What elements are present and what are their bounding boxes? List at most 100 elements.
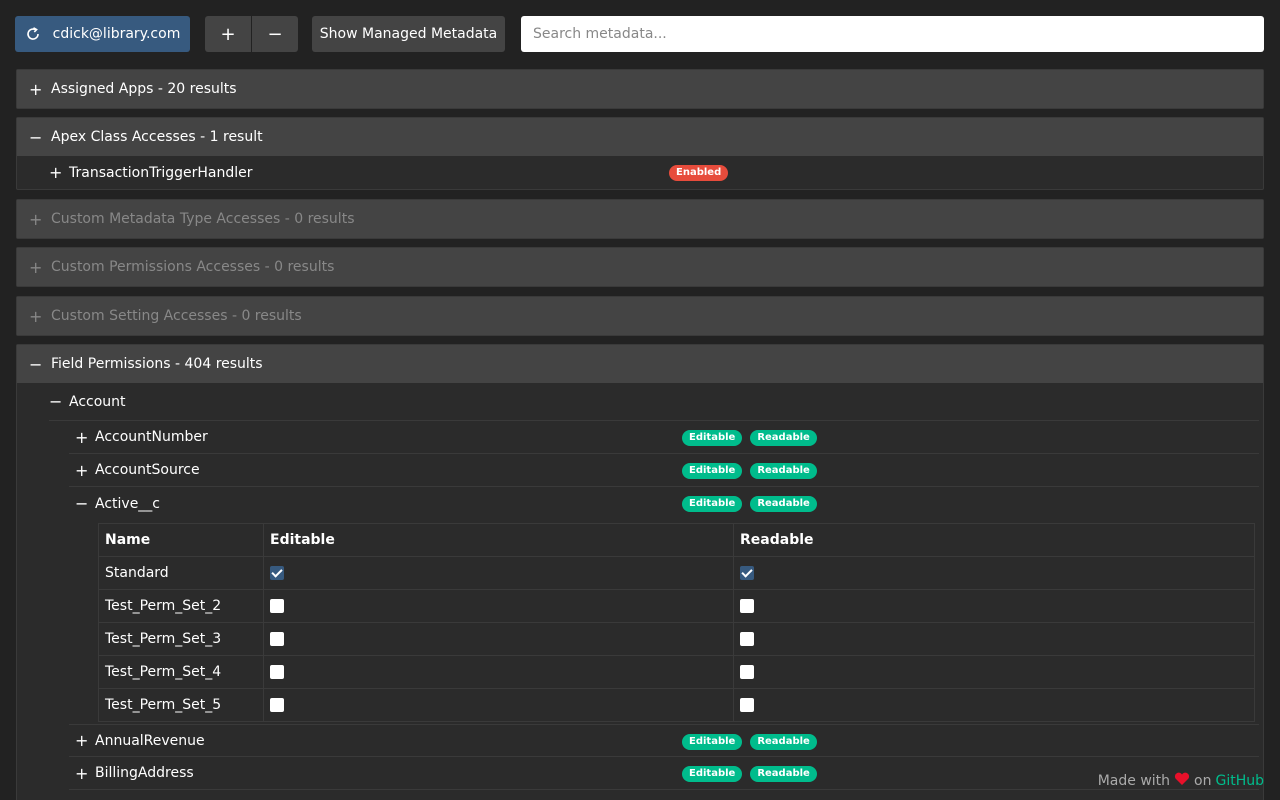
editable-cell — [263, 556, 734, 590]
plus-icon: + — [75, 460, 89, 480]
section-custom-metadata: + Custom Metadata Type Accesses - 0 resu… — [16, 199, 1264, 239]
section-header-custom-setting: + Custom Setting Accesses - 0 results — [17, 297, 1263, 335]
plus-icon: + — [29, 257, 43, 277]
section-header-custom-metadata: + Custom Metadata Type Accesses - 0 resu… — [17, 200, 1263, 238]
object-row-account[interactable]: − Account — [49, 383, 1259, 421]
section-title: Custom Setting Accesses - 0 results — [51, 308, 302, 324]
readable-badge: Readable — [750, 766, 817, 782]
editable-badge: Editable — [682, 496, 743, 512]
field-name: Active__c — [95, 495, 161, 512]
plus-icon: + — [75, 763, 89, 783]
section-assigned-apps: + Assigned Apps - 20 results — [16, 69, 1264, 109]
collapse-all-button[interactable]: − — [252, 16, 298, 52]
search-input[interactable] — [521, 16, 1264, 52]
table-row[interactable]: + AnnualRevenue Editable Readable — [69, 724, 1259, 757]
footer-on: on — [1194, 773, 1212, 789]
section-title: Field Permissions - 404 results — [51, 356, 263, 372]
heart-icon — [1174, 772, 1190, 790]
section-field-permissions: − Field Permissions - 404 results − Acco… — [16, 344, 1264, 800]
table-row-expanded[interactable]: − Active__c Editable Readable — [69, 487, 1259, 520]
permission-set-name: Test_Perm_Set_4 — [98, 655, 264, 689]
editable-badge: Editable — [682, 430, 743, 446]
section-custom-setting: + Custom Setting Accesses - 0 results — [16, 296, 1264, 336]
footer-made-with: Made with — [1097, 773, 1171, 789]
user-label: cdick@library.com — [52, 26, 181, 42]
field-name: AnnualRevenue — [95, 732, 205, 749]
readable-checkbox[interactable] — [740, 665, 754, 679]
section-custom-permissions: + Custom Permissions Accesses - 0 result… — [16, 247, 1264, 287]
plus-icon: + — [75, 427, 89, 447]
field-name: BillingAddress — [95, 765, 194, 781]
editable-badge: Editable — [682, 463, 743, 479]
section-header-assigned-apps[interactable]: + Assigned Apps - 20 results — [17, 70, 1263, 108]
editable-checkbox[interactable] — [270, 632, 284, 646]
plus-icon: + — [75, 731, 89, 750]
list-item[interactable]: + TransactionTriggerHandler Enabled — [17, 156, 1263, 189]
user-button[interactable]: cdick@library.com — [15, 16, 190, 52]
readable-cell — [733, 688, 1255, 722]
github-link[interactable]: GitHub — [1215, 773, 1264, 789]
readable-checkbox[interactable] — [740, 698, 754, 712]
minus-icon: − — [29, 127, 43, 147]
column-header-name: Name — [98, 523, 264, 557]
minus-icon: − — [75, 494, 89, 513]
readable-cell — [733, 589, 1255, 623]
object-name: Account — [69, 393, 126, 410]
readable-badge: Readable — [750, 496, 817, 512]
readable-cell — [733, 655, 1255, 689]
section-header-field-permissions[interactable]: − Field Permissions - 404 results — [17, 345, 1263, 383]
readable-checkbox[interactable] — [740, 599, 754, 613]
editable-badge: Editable — [682, 766, 743, 782]
status-badge: Enabled — [669, 165, 729, 181]
readable-checkbox[interactable] — [740, 566, 754, 580]
field-name: AccountSource — [95, 462, 200, 478]
footer: Made with on GitHub — [1098, 772, 1264, 790]
editable-checkbox[interactable] — [270, 698, 284, 712]
permissions-table: Name Editable Readable Standard Test_Perm… — [98, 523, 1255, 722]
section-apex-class-accesses: − Apex Class Accesses - 1 result + Trans… — [16, 117, 1264, 190]
section-title: Apex Class Accesses - 1 result — [51, 129, 263, 145]
readable-cell — [733, 622, 1255, 656]
permissions-table-wrapper: Name Editable Readable Standard Test_Perm… — [69, 520, 1259, 724]
show-managed-metadata-button[interactable]: Show Managed Metadata — [312, 16, 505, 52]
editable-cell — [263, 589, 734, 623]
editable-checkbox[interactable] — [270, 599, 284, 613]
readable-cell — [733, 556, 1255, 590]
section-title: Assigned Apps - 20 results — [51, 81, 237, 97]
plus-icon: + — [29, 209, 43, 229]
minus-icon: − — [29, 354, 43, 374]
permission-set-name: Test_Perm_Set_2 — [98, 589, 264, 623]
section-title: Custom Metadata Type Accesses - 0 result… — [51, 211, 355, 227]
permission-set-name: Standard — [98, 556, 264, 590]
readable-checkbox[interactable] — [740, 632, 754, 646]
field-name: AccountNumber — [95, 429, 208, 445]
readable-badge: Readable — [750, 734, 817, 750]
editable-checkbox[interactable] — [270, 665, 284, 679]
table-row[interactable]: + AccountNumber Editable Readable — [69, 421, 1259, 454]
table-row: Test_Perm_Set_3 — [98, 622, 1255, 656]
readable-badge: Readable — [750, 430, 817, 446]
editable-badge: Editable — [682, 734, 743, 750]
minus-icon: − — [49, 392, 63, 411]
plus-icon: + — [29, 306, 43, 326]
section-header-apex-class[interactable]: − Apex Class Accesses - 1 result — [17, 118, 1263, 156]
table-row[interactable]: + AccountSource Editable Readable — [69, 454, 1259, 487]
column-header-editable: Editable — [263, 523, 734, 557]
item-name: TransactionTriggerHandler — [69, 164, 253, 181]
permission-set-name: Test_Perm_Set_5 — [98, 688, 264, 722]
section-title: Custom Permissions Accesses - 0 results — [51, 259, 335, 275]
readable-badge: Readable — [750, 463, 817, 479]
editable-cell — [263, 688, 734, 722]
section-header-custom-permissions: + Custom Permissions Accesses - 0 result… — [17, 248, 1263, 286]
table-row: Test_Perm_Set_5 — [98, 688, 1255, 722]
permission-set-name: Test_Perm_Set_3 — [98, 622, 264, 656]
editable-checkbox[interactable] — [270, 566, 284, 580]
plus-icon: + — [49, 163, 63, 182]
table-row: Test_Perm_Set_4 — [98, 655, 1255, 689]
plus-icon: + — [29, 79, 43, 99]
column-header-readable: Readable — [733, 523, 1255, 557]
table-row: Standard — [98, 556, 1255, 590]
expand-all-button[interactable]: + — [205, 16, 251, 52]
table-row[interactable]: + BillingAddress Editable Readable — [69, 757, 1259, 790]
toolbar: cdick@library.com + − Show Managed Metad… — [15, 16, 1264, 52]
